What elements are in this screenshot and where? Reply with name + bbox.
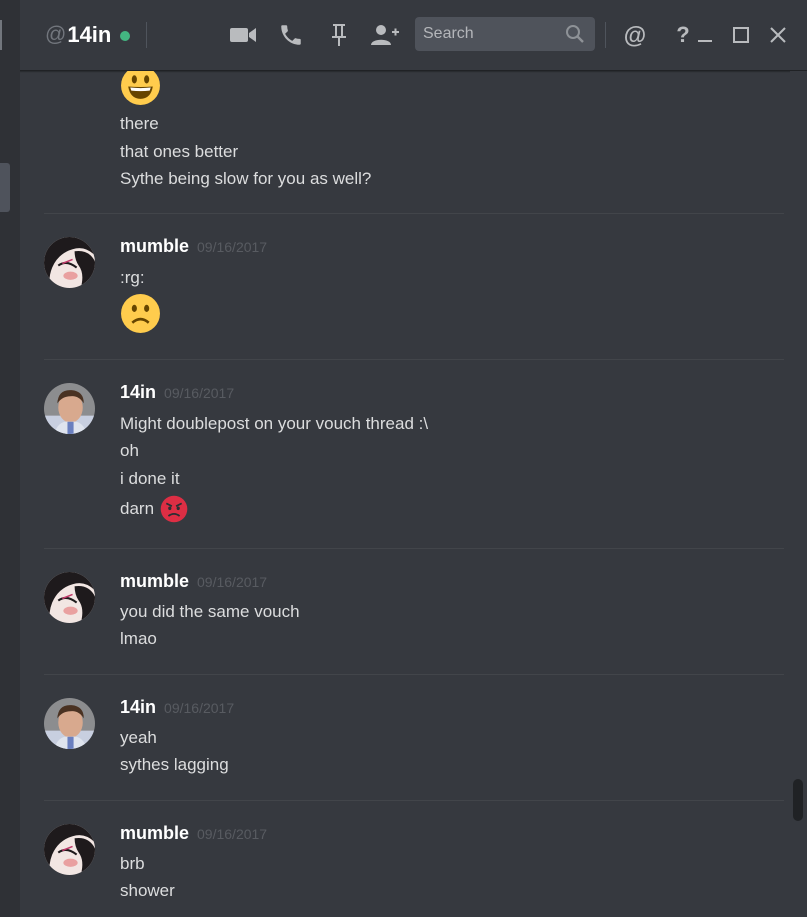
sidebar-scroll-thumb[interactable]	[0, 163, 10, 212]
message-line: oh	[120, 441, 139, 460]
message-line: yeah	[120, 728, 157, 747]
message-line: :rg:	[120, 268, 145, 287]
message-list[interactable]: there that ones better Sythe being slow …	[20, 71, 790, 917]
search-input[interactable]: Search	[423, 25, 564, 43]
mention-icon[interactable]: @	[620, 20, 650, 50]
message-header: mumble 09/16/2017	[120, 571, 267, 592]
author-name[interactable]: mumble	[120, 823, 189, 844]
timestamp: 09/16/2017	[164, 385, 235, 401]
avatar[interactable]	[44, 824, 95, 875]
author-name[interactable]: 14in	[120, 382, 156, 403]
message-line: there	[120, 114, 159, 133]
video-call-icon[interactable]	[228, 20, 258, 50]
author-name[interactable]: 14in	[120, 697, 156, 718]
timestamp: 09/16/2017	[164, 700, 235, 716]
avatar[interactable]	[44, 698, 95, 749]
message-line: Might doublepost on your vouch thread :\	[120, 414, 429, 433]
message-divider	[44, 213, 784, 214]
scrollbar-thumb[interactable]	[793, 779, 803, 821]
maximize-icon[interactable]	[726, 20, 756, 50]
message-line: brb	[120, 854, 145, 873]
pin-icon[interactable]	[324, 20, 354, 50]
author-name[interactable]: mumble	[120, 236, 189, 257]
timestamp: 09/16/2017	[197, 574, 268, 590]
message-text: darn	[120, 499, 155, 518]
avatar[interactable]	[44, 383, 95, 434]
help-label: ?	[676, 22, 690, 47]
message-line: shower	[120, 881, 175, 900]
avatar[interactable]	[44, 237, 95, 288]
message-header: mumble 09/16/2017	[120, 823, 267, 844]
voice-call-icon[interactable]	[276, 20, 306, 50]
header-divider	[146, 22, 147, 48]
close-icon[interactable]	[763, 20, 793, 50]
author-name[interactable]: mumble	[120, 571, 189, 592]
message-line: that ones better	[120, 142, 239, 161]
message-line: lmao	[120, 629, 157, 648]
dm-title: @ 14in	[45, 21, 131, 49]
message-line: sythes lagging	[120, 755, 229, 774]
minimize-icon[interactable]	[690, 20, 720, 50]
grinning-emoji	[120, 71, 161, 106]
message-line-with-emoji: darn	[120, 495, 188, 523]
server-sidebar-edge	[0, 0, 20, 917]
message-line: Sythe being slow for you as well?	[120, 169, 372, 188]
message-divider	[44, 359, 784, 360]
message-line: you did the same vouch	[120, 602, 300, 621]
angry-emoji	[160, 495, 188, 523]
add-friend-icon[interactable]	[370, 20, 400, 50]
sidebar-indicator	[0, 20, 2, 50]
message-divider	[44, 800, 784, 801]
online-status-icon	[120, 30, 131, 41]
search-field[interactable]: Search	[415, 17, 595, 51]
at-symbol: @	[45, 23, 67, 46]
message-header: 14in 09/16/2017	[120, 697, 234, 718]
timestamp: 09/16/2017	[197, 239, 268, 255]
header-divider-2	[605, 22, 606, 48]
message-divider	[44, 674, 784, 675]
channel-header: @ 14in Search @ ?	[20, 0, 807, 71]
message-header: mumble 09/16/2017	[120, 236, 267, 257]
dm-recipient-name[interactable]: 14in	[67, 22, 111, 48]
message-divider	[44, 548, 784, 549]
message-header: 14in 09/16/2017	[120, 382, 234, 403]
timestamp: 09/16/2017	[197, 826, 268, 842]
frowning-emoji	[120, 293, 161, 334]
mention-label: @	[623, 21, 647, 48]
search-icon[interactable]	[564, 23, 586, 45]
avatar[interactable]	[44, 572, 95, 623]
message-line: i done it	[120, 469, 180, 488]
